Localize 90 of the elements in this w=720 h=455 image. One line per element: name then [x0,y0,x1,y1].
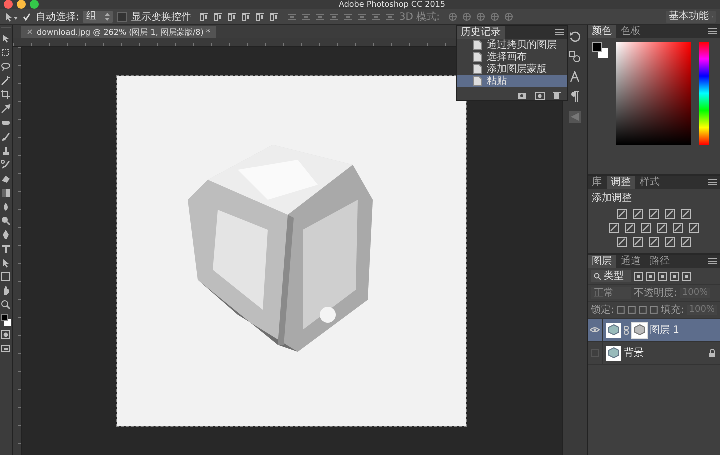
adjustment-icon[interactable] [681,209,691,219]
align-icon[interactable] [213,12,224,22]
checkbox[interactable] [117,12,128,22]
adjustment-icon[interactable] [657,223,667,233]
adjustment-icon[interactable] [625,223,635,233]
quick-mask-icon[interactable] [1,330,11,340]
tool-icon[interactable] [1,300,11,310]
label: 填充: [660,304,684,317]
adjustment-icon[interactable] [689,223,699,233]
layer-name: 图层 1 [650,324,680,337]
panel-tab[interactable]: 历史记录 [457,26,505,39]
tool-icon[interactable] [1,188,11,198]
tool-icon[interactable] [1,230,11,240]
adjustment-icon[interactable] [609,223,619,233]
move-tool-icon[interactable] [4,12,18,22]
align-icon[interactable] [227,12,238,22]
search-icon [594,272,601,280]
panel-menu-icon[interactable] [555,29,564,36]
history-icon[interactable] [569,31,581,43]
history-item[interactable]: 添加图层蒙版 [457,63,567,75]
close-button[interactable] [4,0,13,9]
label: 3D 模式: [399,10,440,24]
align-icon[interactable] [269,12,280,22]
adjustment-icon[interactable] [617,209,627,219]
camera-icon[interactable] [535,90,545,100]
adjustment-icon[interactable] [681,237,691,247]
history-item[interactable]: 选择画布 [457,51,567,63]
tool-icon[interactable] [1,90,11,100]
minimize-button[interactable] [17,0,26,9]
tool-icon[interactable] [1,104,11,114]
panel-tab[interactable]: 颜色 [588,25,616,38]
document-tab[interactable]: download.jpg @ 262% (图层 1, 图层蒙版/8) * [21,26,216,38]
adjustment-icon[interactable] [665,209,675,219]
tool-icon[interactable] [1,216,11,226]
properties-icon[interactable] [569,51,581,63]
tool-icon[interactable] [1,146,11,156]
panel-menu-icon[interactable] [708,28,717,35]
label: 锁定: [591,304,614,317]
tool-icon[interactable] [1,174,11,184]
panel-menu-icon[interactable] [708,179,717,186]
history-item[interactable]: 通过拷贝的图层 [457,39,567,51]
character-icon[interactable] [569,71,581,83]
window-title: Adobe Photoshop CC 2015 [339,0,446,9]
align-icon[interactable] [255,12,266,22]
workspace-dropdown[interactable]: 基本功能 [666,10,716,22]
check-icon [23,12,31,20]
tool-icon[interactable] [1,160,11,170]
tool-icon[interactable] [1,202,11,212]
color-field[interactable] [616,42,691,145]
tool-icon[interactable] [1,244,11,254]
screen-mode-icon[interactable] [1,344,11,354]
color-swatches-icon[interactable] [1,314,11,326]
label: 不透明度: [634,286,678,300]
panel-tab[interactable]: 库 [588,176,606,189]
tool-icon[interactable] [1,76,11,86]
color-swatches-icon[interactable] [592,42,608,58]
adjustment-icon[interactable] [649,237,659,247]
layer-row[interactable]: 背景 [588,342,720,365]
tool-icon[interactable] [1,62,11,72]
panel-tab[interactable]: 色板 [617,25,645,38]
panel-tab[interactable]: 调整 [607,176,635,189]
label: 自动选择: [36,10,80,24]
panel-tab[interactable]: 图层 [588,255,616,268]
history-item[interactable]: 粘贴 [457,75,567,87]
label: 显示变换控件 [131,10,192,24]
adjustment-icon[interactable] [649,209,659,219]
adjustment-icon[interactable] [633,209,643,219]
trash-icon[interactable] [553,90,561,100]
panel-tab[interactable]: 路径 [646,255,674,268]
close-icon[interactable] [27,29,33,35]
paragraph-icon[interactable] [569,91,581,103]
filter-dropdown[interactable]: 类型 [591,270,631,282]
panel-heading: 添加调整 [591,192,633,206]
panel-menu-icon[interactable] [708,258,717,265]
panel-tab[interactable]: 通道 [617,255,645,268]
align-icon[interactable] [241,12,252,22]
dropdown-arrows-icon [105,12,110,20]
adjustment-icon[interactable] [641,223,651,233]
link-icon [624,326,629,334]
adjustment-icon[interactable] [673,223,683,233]
adjustment-icon[interactable] [617,237,627,247]
panel-tab[interactable]: 样式 [636,176,664,189]
adjustment-icon[interactable] [633,237,643,247]
eye-icon[interactable] [590,327,600,333]
adjustment-icon[interactable] [665,237,675,247]
zoom-button[interactable] [30,0,39,9]
group-dropdown[interactable]: 组 [83,10,114,22]
layer-name: 背景 [624,346,644,360]
align-icon[interactable] [199,12,210,22]
layer-row[interactable]: 图层 1 [588,319,720,342]
